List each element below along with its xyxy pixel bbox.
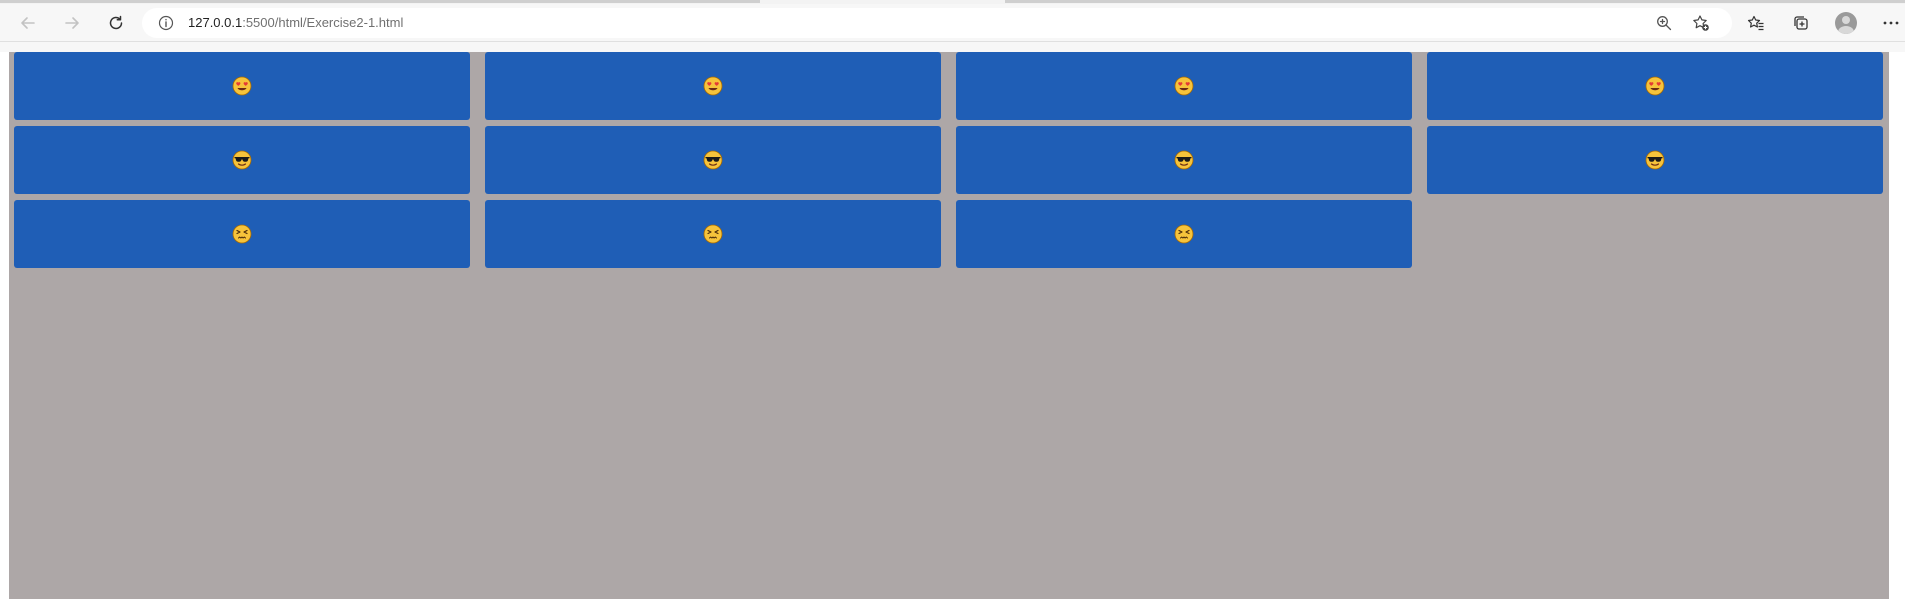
- zoom-icon[interactable]: [1656, 15, 1672, 31]
- more-menu-button[interactable]: [1876, 8, 1905, 38]
- tab-indicator: [1005, 0, 1905, 3]
- collections-button[interactable]: [1786, 8, 1816, 38]
- emoji-card: [1427, 52, 1883, 120]
- sunglasses-emoji-icon: [703, 150, 723, 170]
- profile-avatar: [1835, 12, 1857, 34]
- url-path: :5500/html/Exercise2-1.html: [242, 15, 404, 30]
- emoji-card: [956, 126, 1412, 194]
- emoji-card: [485, 200, 941, 268]
- page-content: [9, 52, 1889, 599]
- emoji-card: [1427, 126, 1883, 194]
- browser-toolbar: 127.0.0.1:5500/html/Exercise2-1.html: [0, 4, 1905, 42]
- viewport-scrollbar-track[interactable]: [1889, 52, 1905, 599]
- url-host: 127.0.0.1: [188, 15, 243, 30]
- emoji-card: [956, 52, 1412, 120]
- emoji-grid: [14, 52, 1883, 268]
- sunglasses-emoji-icon: [1645, 150, 1665, 170]
- confounded-emoji-icon: [1174, 224, 1194, 244]
- collections-icon: [1794, 16, 1808, 30]
- info-icon[interactable]: [158, 15, 174, 31]
- confounded-emoji-icon: [232, 224, 252, 244]
- url-text[interactable]: 127.0.0.1:5500/html/Exercise2-1.html: [188, 8, 403, 38]
- heart-eyes-emoji-icon: [1645, 76, 1665, 96]
- profile-button[interactable]: [1831, 8, 1861, 38]
- emoji-card: [14, 200, 470, 268]
- add-favorite-icon[interactable]: [1692, 14, 1710, 32]
- refresh-icon: [109, 15, 123, 30]
- address-bar[interactable]: 127.0.0.1:5500/html/Exercise2-1.html: [142, 8, 1732, 38]
- emoji-card: [14, 126, 470, 194]
- emoji-card: [485, 126, 941, 194]
- tab-indicator: [0, 0, 760, 3]
- empty-grid-cell: [1427, 200, 1883, 268]
- viewport-edge: [0, 52, 9, 599]
- heart-eyes-emoji-icon: [1174, 76, 1194, 96]
- back-arrow-icon: [21, 17, 35, 29]
- emoji-card: [485, 52, 941, 120]
- heart-eyes-emoji-icon: [703, 76, 723, 96]
- refresh-button[interactable]: [101, 8, 131, 38]
- emoji-card: [14, 52, 470, 120]
- favorites-button[interactable]: [1741, 8, 1771, 38]
- confounded-emoji-icon: [703, 224, 723, 244]
- forward-arrow-icon: [65, 17, 79, 29]
- sunglasses-emoji-icon: [232, 150, 252, 170]
- forward-button[interactable]: [57, 8, 87, 38]
- back-button[interactable]: [13, 8, 43, 38]
- heart-eyes-emoji-icon: [232, 76, 252, 96]
- more-menu-icon: [1883, 21, 1899, 25]
- emoji-card: [956, 200, 1412, 268]
- favorites-icon: [1747, 15, 1764, 31]
- sunglasses-emoji-icon: [1174, 150, 1194, 170]
